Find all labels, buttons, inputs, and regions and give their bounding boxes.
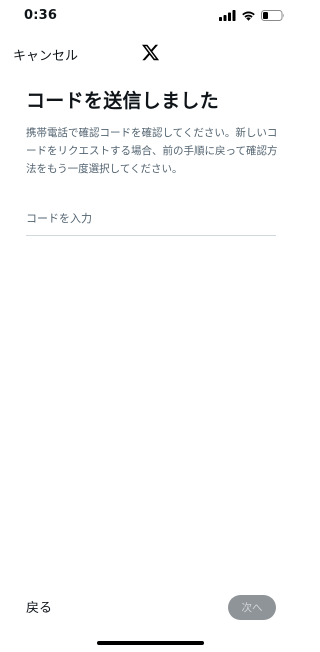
code-input-container xyxy=(26,205,276,236)
back-button[interactable]: 戻る xyxy=(26,597,52,616)
home-indicator[interactable] xyxy=(97,641,204,645)
status-time: 0:36 xyxy=(24,8,58,23)
page-title: コードを送信しました xyxy=(26,90,220,112)
next-button[interactable]: 次へ xyxy=(228,595,276,620)
description-text: 携帯電話で確認コードを確認してください。新しいコードをリクエストする場合、前の手… xyxy=(26,127,278,175)
cellular-signal-icon xyxy=(219,10,236,21)
status-icons xyxy=(219,10,285,21)
cancel-button[interactable]: キャンセル xyxy=(13,45,78,64)
status-bar: 0:36 xyxy=(0,0,301,36)
nav-bar: キャンセル xyxy=(0,36,301,72)
x-logo-icon xyxy=(141,44,160,61)
battery-icon xyxy=(261,10,284,21)
code-input[interactable] xyxy=(26,205,276,231)
wifi-icon xyxy=(242,11,255,21)
